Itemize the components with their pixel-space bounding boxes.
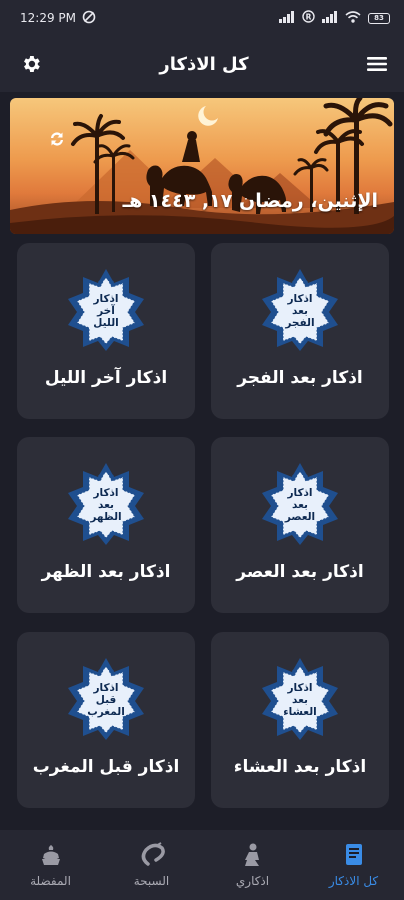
status-bar: 12:29 PM R 83: [0, 0, 404, 36]
hamburger-menu-icon[interactable]: [364, 51, 390, 77]
azkar-badge-icon: اذكار بعد العشاء: [259, 656, 341, 742]
card-title: اذكار بعد الفجر: [237, 368, 363, 388]
card-after-dhuhr[interactable]: اذكار بعد الظهر اذكار بعد الظهر: [17, 437, 195, 613]
card-before-maghrib[interactable]: اذكار قبل المغرب اذكار قبل المغرب: [17, 632, 195, 808]
gear-icon[interactable]: [18, 51, 44, 77]
refresh-icon[interactable]: [44, 126, 70, 152]
signal-icon: [279, 10, 295, 26]
card-title: اذكار بعد العصر: [236, 562, 364, 582]
battery-icon: 83: [368, 12, 390, 24]
card-title: اذكار آخر الليل: [44, 368, 168, 388]
wifi-icon: [345, 10, 361, 26]
card-after-fajr[interactable]: اذكار بعد الفجر اذكار بعد الفجر: [211, 243, 389, 419]
card-title: اذكار قبل المغرب: [32, 757, 180, 777]
card-after-asr[interactable]: اذكار بعد العصر اذكار بعد العصر: [211, 437, 389, 613]
azkar-badge-icon: اذكار بعد الظهر: [65, 461, 147, 547]
bottom-nav: المفضلة السبحة اذكاري كل الاذكار: [0, 830, 404, 900]
book-icon: [345, 844, 362, 865]
hijri-date: الإثنين، رمضان ١٧, ١٤٤٣ هـ: [122, 190, 378, 212]
praying-person-icon: [244, 843, 259, 866]
azkar-badge-icon: اذكار آخر الليل: [65, 267, 147, 353]
registered-icon: R: [302, 10, 315, 26]
azkar-badge-icon: اذكار بعد العصر: [259, 461, 341, 547]
nav-item-prayer-beads[interactable]: السبحة: [101, 830, 202, 900]
status-time: 12:29 PM: [20, 11, 76, 25]
card-title: اذكار بعد العشاء: [233, 757, 367, 777]
nav-item-my-azkar[interactable]: اذكاري: [202, 830, 303, 900]
desert-scene-illustration: [10, 98, 394, 234]
signal-icon: [322, 10, 338, 26]
favorites-icon: [41, 845, 60, 865]
nav-item-favorites[interactable]: المفضلة: [0, 830, 101, 900]
svg-text:R: R: [306, 12, 312, 21]
app-bar: كل الاذكار: [0, 36, 404, 92]
azkar-badge-icon: اذكار قبل المغرب: [65, 656, 147, 742]
card-after-isha[interactable]: اذكار بعد العشاء اذكار بعد العشاء: [211, 632, 389, 808]
card-late-night[interactable]: اذكار آخر الليل اذكار آخر الليل: [17, 243, 195, 419]
hijri-date-banner: الإثنين، رمضان ١٧, ١٤٤٣ هـ: [10, 98, 394, 234]
do-not-disturb-icon: [82, 10, 96, 27]
prayer-beads-icon: [141, 842, 165, 866]
page-title: كل الاذكار: [159, 53, 249, 75]
azkar-badge-icon: اذكار بعد الفجر: [259, 267, 341, 353]
nav-item-all-azkar[interactable]: كل الاذكار: [303, 830, 404, 900]
card-title: اذكار بعد الظهر: [41, 562, 171, 582]
